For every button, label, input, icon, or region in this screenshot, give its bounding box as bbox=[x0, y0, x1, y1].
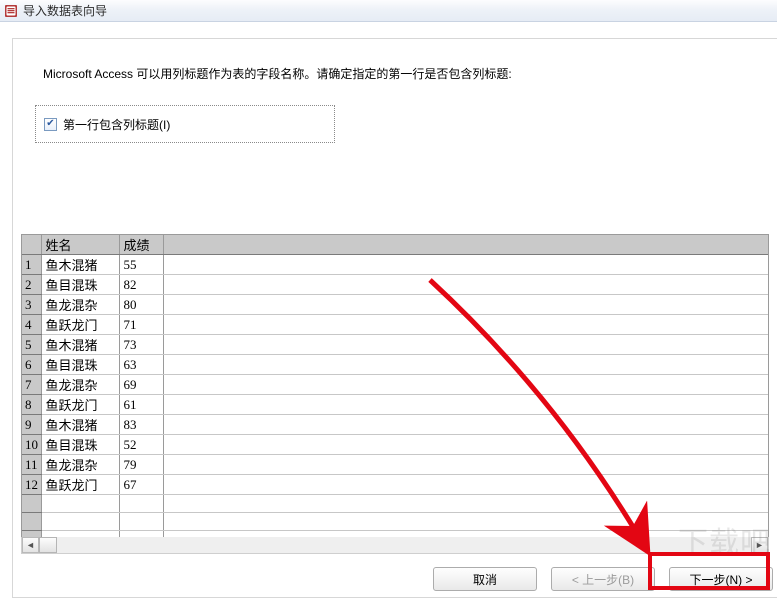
row-number: 10 bbox=[22, 435, 42, 455]
cell-fill bbox=[164, 475, 768, 495]
table-row[interactable]: 3鱼龙混杂80 bbox=[22, 295, 768, 315]
cell-score[interactable]: 79 bbox=[120, 455, 164, 475]
cell-name[interactable]: 鱼木混猪 bbox=[42, 335, 120, 355]
table-row[interactable]: 10鱼目混珠52 bbox=[22, 435, 768, 455]
cell-score[interactable]: 83 bbox=[120, 415, 164, 435]
cell-name[interactable]: 鱼目混珠 bbox=[42, 275, 120, 295]
next-button-label: 下一步(N) > bbox=[689, 571, 752, 588]
cell-fill bbox=[164, 315, 768, 335]
cell-score[interactable]: 52 bbox=[120, 435, 164, 455]
cell-score[interactable]: 63 bbox=[120, 355, 164, 375]
first-row-headings-group: 第一行包含列标题(I) bbox=[35, 105, 335, 143]
table-row[interactable]: 9鱼木混猪83 bbox=[22, 415, 768, 435]
cancel-button[interactable]: 取消 bbox=[433, 567, 537, 591]
table-row-empty bbox=[22, 513, 768, 531]
row-number: 7 bbox=[22, 375, 42, 395]
row-number: 9 bbox=[22, 415, 42, 435]
cell-name[interactable]: 鱼木混猪 bbox=[42, 415, 120, 435]
row-number: 4 bbox=[22, 315, 42, 335]
cell-name[interactable]: 鱼龙混杂 bbox=[42, 455, 120, 475]
cell-fill bbox=[164, 395, 768, 415]
table-row[interactable]: 8鱼跃龙门61 bbox=[22, 395, 768, 415]
table-row[interactable]: 12鱼跃龙门67 bbox=[22, 475, 768, 495]
first-row-headings-checkbox[interactable] bbox=[44, 118, 57, 131]
cell-score[interactable]: 73 bbox=[120, 335, 164, 355]
table-row[interactable]: 4鱼跃龙门71 bbox=[22, 315, 768, 335]
table-row[interactable]: 11鱼龙混杂79 bbox=[22, 455, 768, 475]
scroll-thumb[interactable] bbox=[39, 537, 57, 553]
cell-name[interactable]: 鱼龙混杂 bbox=[42, 295, 120, 315]
cell-fill bbox=[164, 275, 768, 295]
back-button-label: < 上一步(B) bbox=[572, 571, 634, 588]
window-title: 导入数据表向导 bbox=[23, 2, 107, 19]
column-header[interactable]: 成绩 bbox=[120, 235, 164, 255]
cell-name[interactable]: 鱼跃龙门 bbox=[42, 315, 120, 335]
cancel-button-label: 取消 bbox=[473, 571, 497, 588]
data-preview-grid[interactable]: 姓名 成绩 1鱼木混猪552鱼目混珠823鱼龙混杂804鱼跃龙门715鱼木混猪7… bbox=[21, 234, 769, 546]
scroll-track[interactable] bbox=[39, 537, 751, 553]
app-icon bbox=[4, 4, 18, 18]
first-row-headings-label: 第一行包含列标题(I) bbox=[63, 116, 170, 133]
row-number: 8 bbox=[22, 395, 42, 415]
wizard-buttons: 取消 < 上一步(B) 下一步(N) > bbox=[433, 567, 777, 591]
cell-fill bbox=[164, 295, 768, 315]
scroll-left-button[interactable]: ◄ bbox=[22, 537, 39, 553]
row-number: 6 bbox=[22, 355, 42, 375]
back-button[interactable]: < 上一步(B) bbox=[551, 567, 655, 591]
cell-name[interactable]: 鱼目混珠 bbox=[42, 355, 120, 375]
column-fill bbox=[164, 235, 768, 255]
horizontal-scrollbar[interactable]: ◄ ► bbox=[21, 537, 769, 554]
cell-fill bbox=[164, 355, 768, 375]
cell-score[interactable]: 55 bbox=[120, 255, 164, 275]
cell-score[interactable]: 82 bbox=[120, 275, 164, 295]
cell-name[interactable]: 鱼龙混杂 bbox=[42, 375, 120, 395]
cell-name[interactable]: 鱼跃龙门 bbox=[42, 475, 120, 495]
row-number: 1 bbox=[22, 255, 42, 275]
cell-fill bbox=[164, 335, 768, 355]
cell-fill bbox=[164, 375, 768, 395]
row-number: 3 bbox=[22, 295, 42, 315]
cell-fill bbox=[164, 255, 768, 275]
title-bar: 导入数据表向导 bbox=[0, 0, 777, 22]
table-row[interactable]: 2鱼目混珠82 bbox=[22, 275, 768, 295]
cell-score[interactable]: 67 bbox=[120, 475, 164, 495]
table-row[interactable]: 6鱼目混珠63 bbox=[22, 355, 768, 375]
table-row[interactable]: 7鱼龙混杂69 bbox=[22, 375, 768, 395]
watermark: 下载吧 bbox=[678, 518, 771, 562]
row-header-corner bbox=[22, 235, 42, 255]
instruction-text: Microsoft Access 可以用列标题作为表的字段名称。请确定指定的第一… bbox=[43, 65, 512, 82]
next-button[interactable]: 下一步(N) > bbox=[669, 567, 773, 591]
row-number: 12 bbox=[22, 475, 42, 495]
table-row[interactable]: 5鱼木混猪73 bbox=[22, 335, 768, 355]
cell-score[interactable]: 71 bbox=[120, 315, 164, 335]
table-row[interactable]: 1鱼木混猪55 bbox=[22, 255, 768, 275]
row-number: 11 bbox=[22, 455, 42, 475]
column-header[interactable]: 姓名 bbox=[42, 235, 120, 255]
cell-name[interactable]: 鱼木混猪 bbox=[42, 255, 120, 275]
cell-fill bbox=[164, 415, 768, 435]
wizard-panel: Microsoft Access 可以用列标题作为表的字段名称。请确定指定的第一… bbox=[12, 38, 777, 598]
cell-name[interactable]: 鱼目混珠 bbox=[42, 435, 120, 455]
row-number: 2 bbox=[22, 275, 42, 295]
cell-fill bbox=[164, 435, 768, 455]
cell-score[interactable]: 61 bbox=[120, 395, 164, 415]
cell-name[interactable]: 鱼跃龙门 bbox=[42, 395, 120, 415]
cell-score[interactable]: 69 bbox=[120, 375, 164, 395]
cell-fill bbox=[164, 455, 768, 475]
cell-score[interactable]: 80 bbox=[120, 295, 164, 315]
table-row-empty bbox=[22, 495, 768, 513]
row-number: 5 bbox=[22, 335, 42, 355]
